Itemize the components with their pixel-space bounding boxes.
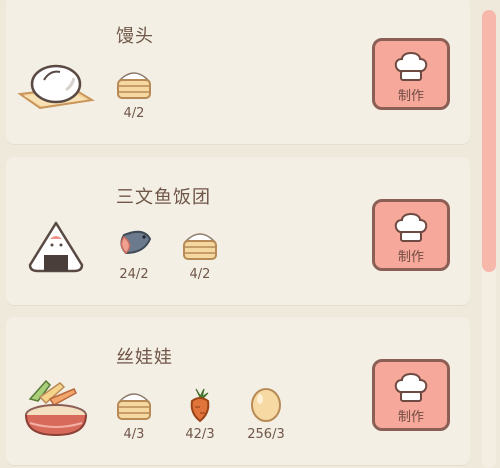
ingredient-count: 24/2 <box>119 267 149 282</box>
ingredient-count: 4/3 <box>123 427 145 442</box>
make-button-label: 制作 <box>397 250 424 265</box>
salmon-icon <box>106 223 162 263</box>
ingredient-egg: 256/3 <box>238 383 294 442</box>
egg-icon <box>238 383 294 423</box>
dish-name: 三文鱼饭团 <box>116 187 211 208</box>
dish-name: 丝娃娃 <box>116 347 173 368</box>
ingredient-count: 42/3 <box>185 427 215 442</box>
ingredient-carrot: 42/3 <box>172 383 228 442</box>
make-button-label: 制作 <box>397 410 424 425</box>
spring-roll-basket-icon <box>16 375 96 439</box>
onigiri-icon <box>16 215 96 279</box>
make-button[interactable]: 制作 <box>372 199 450 271</box>
ingredient-flour-bowl: 4/2 <box>106 62 162 121</box>
recipe-card-salmon-onigiri: 三文鱼饭团 24/2 4/2 制作 <box>6 157 470 305</box>
dish-name: 馒头 <box>116 26 154 47</box>
scrollbar-thumb[interactable] <box>482 10 496 272</box>
carrot-icon <box>172 383 228 423</box>
ingredient-flour-bowl: 4/2 <box>172 223 228 282</box>
recipe-list: 馒头 4/2 制作 三文鱼饭团 24/2 4/2 制作 丝娃娃 4/3 42/3… <box>6 0 472 468</box>
chef-hat-icon <box>375 210 447 244</box>
recipe-card-steamed-bun: 馒头 4/2 制作 <box>6 0 470 144</box>
make-button[interactable]: 制作 <box>372 38 450 110</box>
ingredient-count: 256/3 <box>247 427 285 442</box>
ingredient-flour-bowl: 4/3 <box>106 383 162 442</box>
ingredient-salmon: 24/2 <box>106 223 162 282</box>
chef-hat-icon <box>375 370 447 404</box>
recipe-card-siwawa: 丝娃娃 4/3 42/3 256/3 制作 <box>6 317 470 465</box>
flour-bowl-icon <box>106 383 162 423</box>
make-button[interactable]: 制作 <box>372 359 450 431</box>
chef-hat-icon <box>375 49 447 83</box>
flour-bowl-icon <box>172 223 228 263</box>
ingredient-count: 4/2 <box>123 106 145 121</box>
ingredient-count: 4/2 <box>189 267 211 282</box>
steamed-bun-icon <box>16 54 96 118</box>
flour-bowl-icon <box>106 62 162 102</box>
make-button-label: 制作 <box>397 89 424 104</box>
